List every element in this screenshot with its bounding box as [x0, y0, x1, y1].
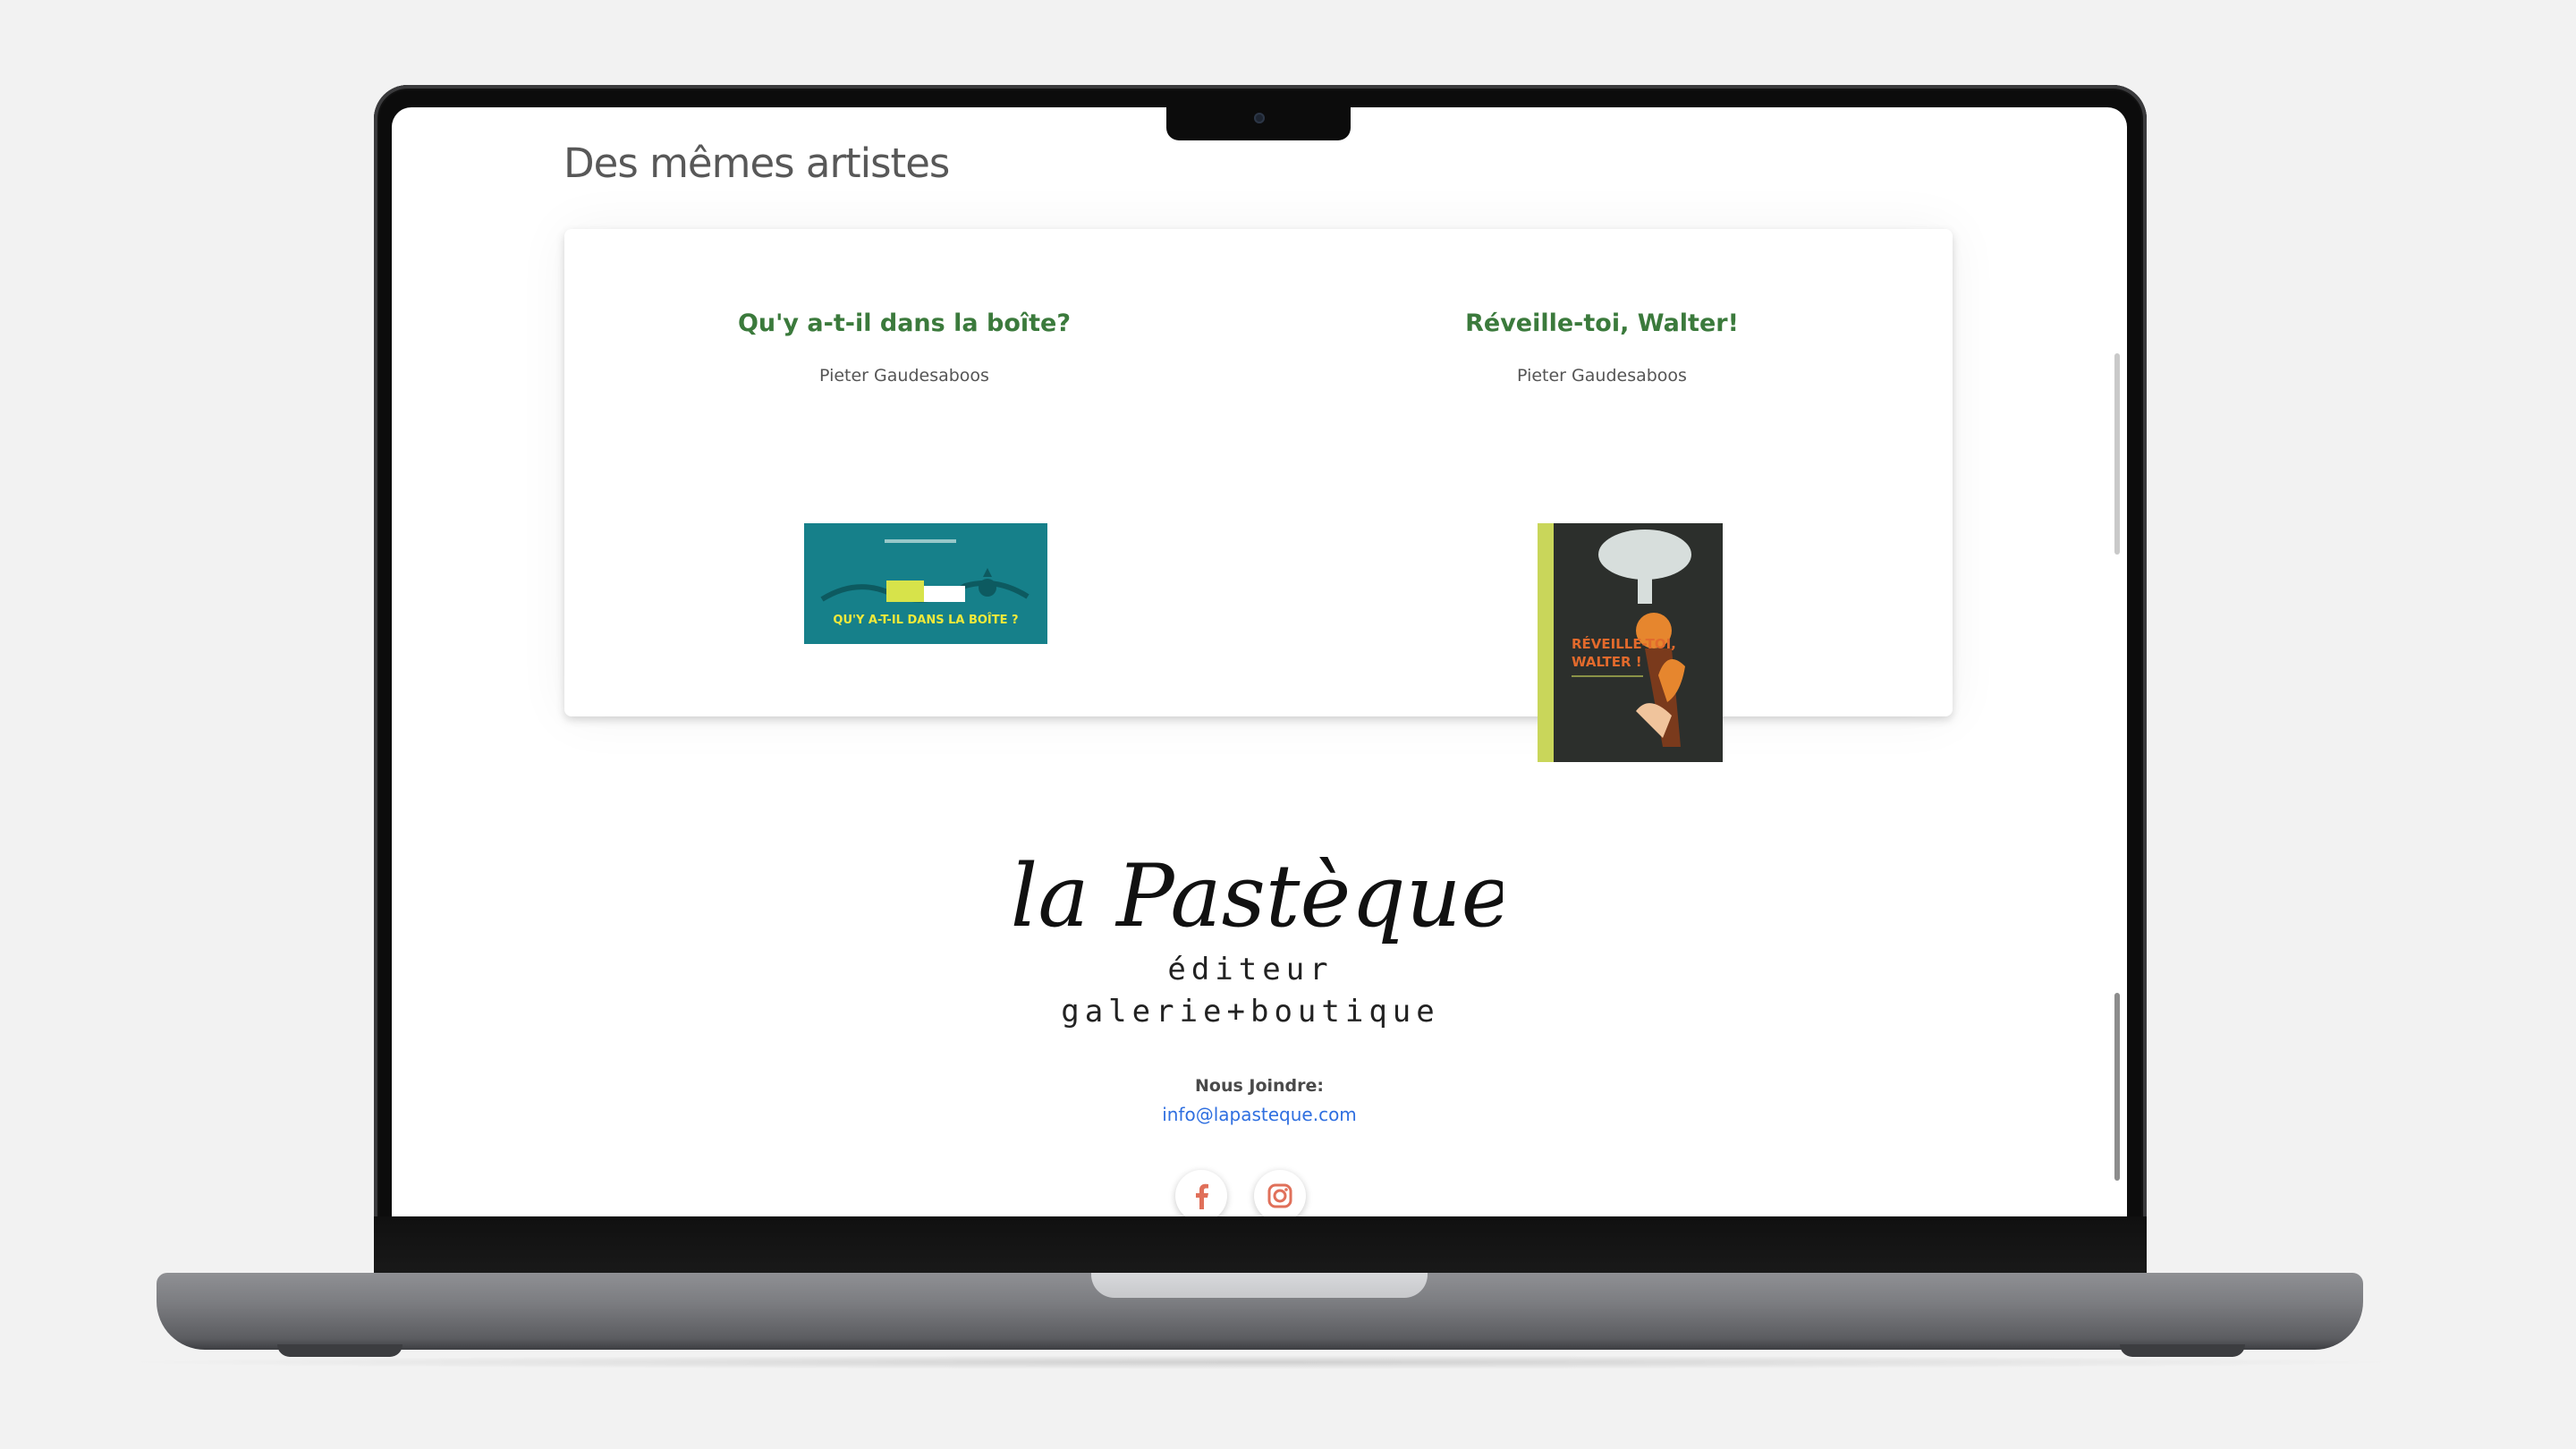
related-books-card: Qu'y a-t-il dans la boîte? Pieter Gaudes…: [564, 229, 1953, 762]
book-title-link[interactable]: Qu'y a-t-il dans la boîte?: [564, 309, 1244, 337]
book-cover-image[interactable]: QU'Y A-T-IL DANS LA BOÎTE ?: [804, 523, 1047, 644]
book-title-link[interactable]: Réveille-toi, Walter!: [1262, 309, 1942, 337]
book-item[interactable]: Qu'y a-t-il dans la boîte? Pieter Gaudes…: [564, 309, 1244, 386]
section-title: Des mêmes artistes: [564, 140, 950, 187]
laptop-foot-left: [277, 1344, 402, 1357]
page-scrollbar[interactable]: [2113, 107, 2122, 1216]
book-item[interactable]: Réveille-toi, Walter! Pieter Gaudesaboos: [1262, 309, 1942, 386]
book-cover-image[interactable]: RÉVEILLE-TOI, WALTER !: [1538, 523, 1723, 762]
logo-script: la Pastèque: [1011, 846, 1503, 946]
laptop-base-notch: [1091, 1273, 1428, 1298]
facebook-button[interactable]: [1175, 1170, 1227, 1216]
contact-email-link[interactable]: info@lapasteque.com: [392, 1104, 2127, 1125]
cover-text: WALTER !: [1572, 654, 1642, 670]
scrollbar-track-segment: [2114, 353, 2120, 555]
cover-text: RÉVEILLE-TOI,: [1572, 635, 1676, 652]
camera-icon: [1254, 113, 1265, 123]
instagram-icon: [1267, 1183, 1292, 1208]
cover-illustration: QU'Y A-T-IL DANS LA BOÎTE ?: [804, 523, 1047, 644]
instagram-button[interactable]: [1254, 1170, 1306, 1216]
la-pasteque-logo[interactable]: la Pastèque éditeur galerie+boutique: [1002, 832, 1503, 1038]
scrollbar-thumb[interactable]: [2114, 993, 2120, 1181]
cover-text: QU'Y A-T-IL DANS LA BOÎTE ?: [833, 613, 1018, 627]
cover-illustration: RÉVEILLE-TOI, WALTER !: [1538, 523, 1723, 762]
logo-line2: galerie+boutique: [1061, 994, 1440, 1030]
laptop-foot-right: [2120, 1344, 2245, 1357]
contact-label: Nous Joindre:: [1194, 1076, 1325, 1096]
laptop-shadow: [107, 1355, 2415, 1369]
laptop-screen-chin: [374, 1216, 2147, 1279]
facebook-icon: [1196, 1183, 1208, 1209]
browser-viewport: Des mêmes artistes Qu'y a-t-il dans la b…: [392, 107, 2127, 1216]
book-author: Pieter Gaudesaboos: [819, 366, 989, 386]
book-author: Pieter Gaudesaboos: [1517, 366, 1687, 386]
logo-line1: éditeur: [1167, 952, 1333, 987]
